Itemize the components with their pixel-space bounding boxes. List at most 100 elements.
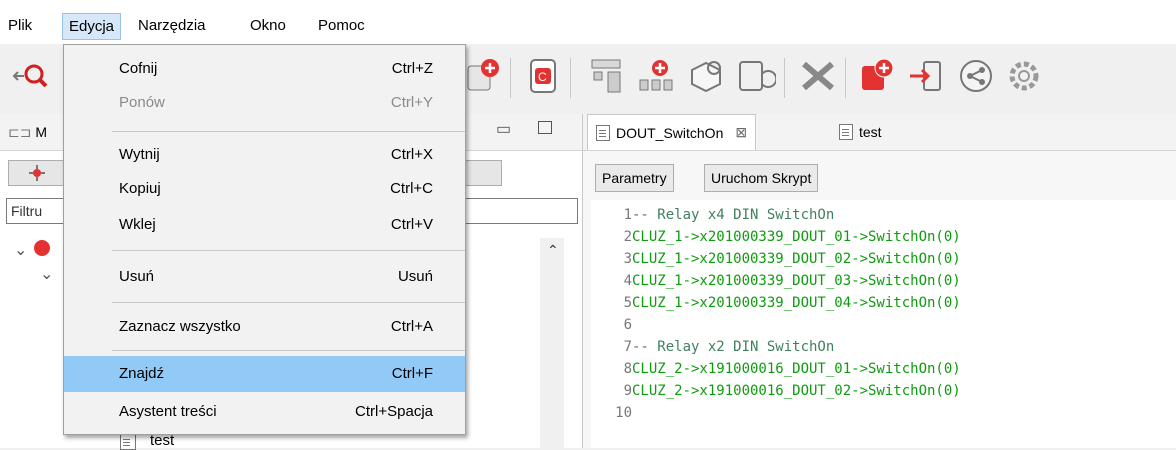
menu-item-delete[interactable]: Usuń Usuń <box>64 259 465 295</box>
code-line: 7-- Relay x2 DIN SwitchOn <box>591 336 835 358</box>
remove-icon[interactable] <box>798 56 838 96</box>
line-text: CLUZ_1->x201000339_DOUT_01->SwitchOn(0) <box>632 229 961 245</box>
menu-item-label: Asystent treści <box>119 403 217 420</box>
script-file-icon <box>596 124 610 141</box>
code-line: 4CLUZ_1->x201000339_DOUT_03->SwitchOn(0) <box>591 270 961 292</box>
menu-item-label: Cofnij <box>119 60 158 77</box>
controller-node-icon <box>34 240 50 256</box>
line-number: 5 <box>623 295 632 311</box>
maximize-icon[interactable] <box>538 121 552 134</box>
menu-plik[interactable]: Plik <box>8 17 32 34</box>
code-line: 5CLUZ_1->x201000339_DOUT_04->SwitchOn(0) <box>591 292 961 314</box>
line-text: -- Relay x4 DIN SwitchOn <box>632 207 835 223</box>
code-line: 3CLUZ_1->x201000339_DOUT_02->SwitchOn(0) <box>591 248 961 270</box>
line-number: 6 <box>623 317 632 333</box>
tab-test[interactable]: test <box>831 114 890 149</box>
tab-label: DOUT_SwitchOn <box>616 124 724 141</box>
line-text: CLUZ_2->x191000016_DOUT_02->SwitchOn(0) <box>632 383 961 399</box>
line-number: 4 <box>623 273 632 289</box>
menu-separator <box>112 250 465 251</box>
line-number: 7 <box>623 339 632 355</box>
menu-item-label: Ponów <box>119 94 165 111</box>
run-script-button[interactable]: Uruchom Skrypt <box>704 164 819 192</box>
menu-item-redo[interactable]: Ponów Ctrl+Y <box>64 85 465 121</box>
menu-item-shortcut: Usuń <box>397 268 433 285</box>
controller-icon[interactable]: C <box>523 56 563 96</box>
menu-separator <box>112 302 465 303</box>
share-cloud-icon[interactable] <box>956 56 996 96</box>
cube-settings-icon[interactable] <box>686 56 726 96</box>
code-line: 6 <box>591 314 632 336</box>
line-number: 9 <box>623 383 632 399</box>
device-sync-icon[interactable] <box>736 56 776 96</box>
chevron-down-icon[interactable]: ⌄ <box>40 264 53 284</box>
menu-item-copy[interactable]: Kopiuj Ctrl+C <box>64 171 465 207</box>
line-text: CLUZ_1->x201000339_DOUT_04->SwitchOn(0) <box>632 295 961 311</box>
line-number: 10 <box>615 405 632 421</box>
filter-placeholder: Filtru <box>11 203 43 219</box>
line-number: 8 <box>623 361 632 377</box>
tab-label: test <box>859 123 882 140</box>
line-number: 1 <box>623 207 632 223</box>
menu-item-cut[interactable]: Wytnij Ctrl+X <box>64 137 465 173</box>
menu-item-shortcut: Ctrl+Z <box>391 60 433 77</box>
line-number: 2 <box>623 229 632 245</box>
modules-icon[interactable] <box>586 56 626 96</box>
menu-narzedzia[interactable]: Narzędzia <box>138 17 206 34</box>
menu-item-label: Wklej <box>119 216 156 233</box>
menu-item-label: Wytnij <box>119 146 160 163</box>
menu-pomoc[interactable]: Pomoc <box>318 17 365 34</box>
menu-separator <box>112 131 465 132</box>
editor-tabbar: DOUT_SwitchOn ⊠ test <box>583 114 1176 151</box>
line-text: CLUZ_1->x201000339_DOUT_03->SwitchOn(0) <box>632 273 961 289</box>
edit-menu-dropdown: Cofnij Ctrl+Z Ponów Ctrl+Y Wytnij Ctrl+X… <box>63 44 466 435</box>
menu-item-shortcut: Ctrl+V <box>390 216 433 233</box>
code-line: 2CLUZ_1->x201000339_DOUT_01->SwitchOn(0) <box>591 226 961 248</box>
line-text: -- Relay x2 DIN SwitchOn <box>632 339 835 355</box>
menu-item-shortcut: Ctrl+X <box>390 146 433 163</box>
menu-item-shortcut: Ctrl+Y <box>390 94 433 111</box>
menu-item-label: Znajdź <box>119 365 165 382</box>
toolbar-separator <box>510 58 511 98</box>
code-line: 9CLUZ_2->x191000016_DOUT_02->SwitchOn(0) <box>591 380 961 402</box>
menu-separator <box>112 350 465 351</box>
settings-icon[interactable] <box>1004 56 1044 96</box>
toolbar-separator <box>570 58 571 98</box>
menu-item-shortcut: Ctrl+F <box>391 365 433 382</box>
menu-item-shortcut: Ctrl+A <box>390 318 433 335</box>
left-panel-tab-label: M <box>35 124 48 140</box>
menu-item-paste[interactable]: Wklej Ctrl+V <box>64 207 465 243</box>
menu-item-find[interactable]: Znajdź Ctrl+F <box>64 356 465 392</box>
left-panel-tab[interactable]: ⊏⊐ M <box>8 124 47 141</box>
menu-item-label: Usuń <box>119 268 155 285</box>
script-file-icon <box>839 123 853 140</box>
menu-item-content-assist[interactable]: Asystent treści Ctrl+Spacja <box>64 394 465 430</box>
tree-view-icon: ⊏⊐ <box>8 124 36 140</box>
search-tool-icon[interactable] <box>10 56 50 96</box>
code-line: 1-- Relay x4 DIN SwitchOn <box>591 204 835 226</box>
left-toolbar-button[interactable] <box>8 160 66 186</box>
import-icon[interactable] <box>906 56 946 96</box>
menu-bar: Plik Edycja Narzędzia Okno Pomoc <box>0 0 1176 44</box>
menu-item-undo[interactable]: Cofnij Ctrl+Z <box>64 51 465 87</box>
tree-scrollbar[interactable]: ⌃ <box>540 238 564 448</box>
network-icon[interactable] <box>636 56 676 96</box>
chevron-down-icon[interactable]: ⌄ <box>14 240 27 260</box>
menu-okno[interactable]: Okno <box>250 17 286 34</box>
parameters-button[interactable]: Parametry <box>595 164 674 192</box>
scroll-up-icon[interactable]: ⌃ <box>547 242 559 259</box>
code-editor[interactable]: 1-- Relay x4 DIN SwitchOn 2CLUZ_1->x20100… <box>591 200 1176 448</box>
menu-edycja[interactable]: Edycja <box>62 13 122 40</box>
minimize-icon[interactable]: ▭ <box>496 119 511 139</box>
code-line: 8CLUZ_2->x191000016_DOUT_01->SwitchOn(0) <box>591 358 961 380</box>
toolbar-separator <box>784 58 785 98</box>
menu-item-select-all[interactable]: Zaznacz wszystko Ctrl+A <box>64 309 465 345</box>
expand-icon <box>29 165 45 181</box>
add-device-icon[interactable] <box>462 56 502 96</box>
tab-dout-switchon[interactable]: DOUT_SwitchOn ⊠ <box>587 114 757 150</box>
menu-item-shortcut: Ctrl+C <box>390 180 433 197</box>
add-object-icon[interactable] <box>856 56 896 96</box>
code-line: 10 <box>591 402 632 424</box>
close-tab-icon[interactable]: ⊠ <box>735 124 747 141</box>
line-text: CLUZ_1->x201000339_DOUT_02->SwitchOn(0) <box>632 251 961 267</box>
